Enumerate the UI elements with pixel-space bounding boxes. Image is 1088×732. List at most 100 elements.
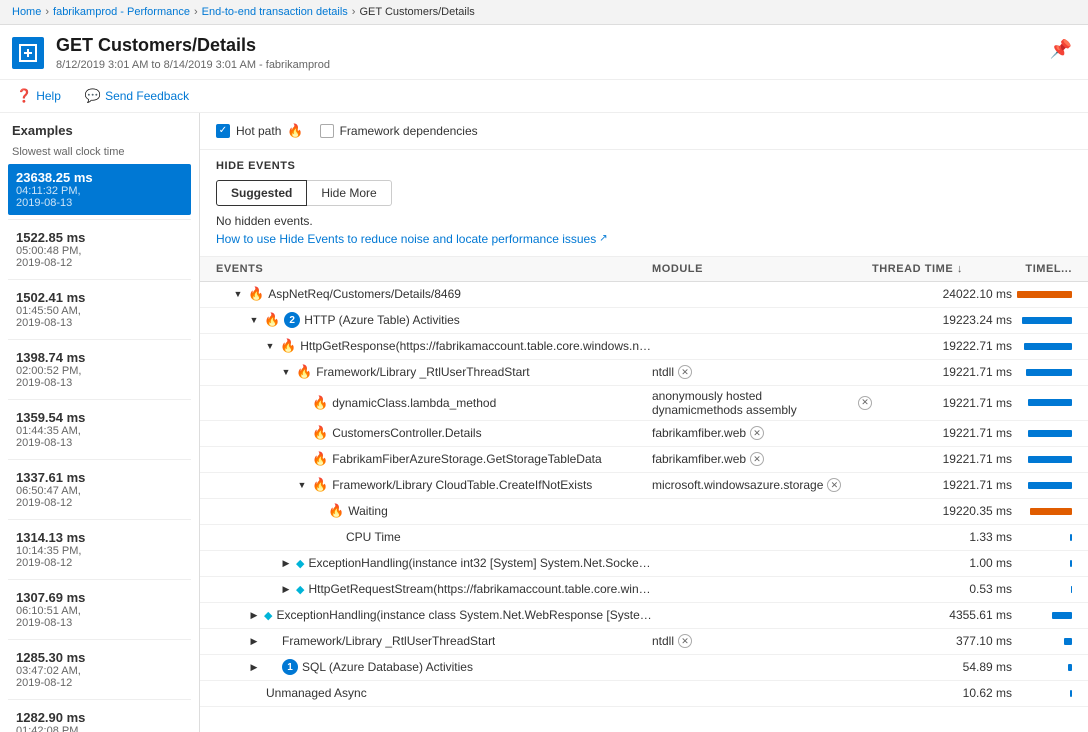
sidebar-item-6[interactable]: 1314.13 ms 10:14:35 PM, 2019-08-12 xyxy=(8,524,191,575)
event-timeline-cell xyxy=(1012,638,1072,645)
event-timeline-cell xyxy=(1012,317,1072,324)
feedback-button[interactable]: 💬 Send Feedback xyxy=(81,86,193,106)
event-name-cell: 🔥CustomersController.Details xyxy=(216,425,652,441)
event-name-cell: ▶Framework/Library _RtlUserThreadStart xyxy=(216,634,652,648)
sidebar-item-9[interactable]: 1282.90 ms 01:42:08 PM, 2019-08-13 xyxy=(8,704,191,732)
table-row[interactable]: Unmanaged Async10.62 ms xyxy=(200,681,1088,707)
no-events-text: No hidden events. xyxy=(216,214,1072,228)
pin-button[interactable]: 📌 xyxy=(1046,35,1076,64)
table-row[interactable]: 🔥dynamicClass.lambda_methodanonymously h… xyxy=(200,386,1088,421)
event-time-cell: 19223.24 ms xyxy=(872,313,1012,327)
col-thread-time[interactable]: THREAD TIME ↓ xyxy=(872,263,1012,275)
timeline-bar xyxy=(1017,291,1072,298)
table-row[interactable]: ▶Framework/Library _RtlUserThreadStartnt… xyxy=(200,629,1088,655)
suggested-button[interactable]: Suggested xyxy=(216,180,307,206)
expand-button[interactable]: ▼ xyxy=(296,479,308,491)
flame-icon: 🔥 xyxy=(296,364,312,380)
module-x-icon[interactable]: ✕ xyxy=(750,452,764,466)
table-row[interactable]: ▶1SQL (Azure Database) Activities54.89 m… xyxy=(200,655,1088,681)
table-row[interactable]: CPU Time1.33 ms xyxy=(200,525,1088,551)
header-icon xyxy=(12,37,44,69)
event-timeline-cell xyxy=(1012,343,1072,350)
module-x-icon[interactable]: ✕ xyxy=(750,426,764,440)
expand-button[interactable]: ▼ xyxy=(248,314,260,326)
event-time-cell: 19221.71 ms xyxy=(872,396,1012,410)
timeline-bar xyxy=(1071,586,1072,593)
table-row[interactable]: ▶◆ExceptionHandling(instance class Syste… xyxy=(200,603,1088,629)
table-row[interactable]: ▼🔥AspNetReq/Customers/Details/846924022.… xyxy=(200,282,1088,308)
hide-events-section: HIDE EVENTS Suggested Hide More No hidde… xyxy=(200,150,1088,257)
table-row[interactable]: ▶◆ExceptionHandling(instance int32 [Syst… xyxy=(200,551,1088,577)
expand-button[interactable]: ▶ xyxy=(280,583,292,595)
table-row[interactable]: 🔥FabrikamFiberAzureStorage.GetStorageTab… xyxy=(200,447,1088,473)
hide-more-button[interactable]: Hide More xyxy=(307,180,391,206)
hide-events-label: HIDE EVENTS xyxy=(216,160,1072,172)
help-button[interactable]: ❓ Help xyxy=(12,86,65,106)
expand-button[interactable]: ▼ xyxy=(280,366,292,378)
module-name: ntdll xyxy=(652,634,674,648)
sidebar-date1: 02:00:52 PM, xyxy=(16,365,183,377)
controls-bar: ✓ Hot path 🔥 Framework dependencies xyxy=(200,113,1088,150)
breadcrumb-fabrikamprod[interactable]: fabrikamprod - Performance xyxy=(53,6,190,18)
expand-button[interactable]: ▶ xyxy=(248,661,260,673)
table-row[interactable]: ▼🔥HttpGetResponse(https://fabrikamaccoun… xyxy=(200,334,1088,360)
expand-button[interactable]: ▼ xyxy=(264,340,276,352)
table-row[interactable]: 🔥Waiting19220.35 ms xyxy=(200,499,1088,525)
expand-button[interactable]: ▶ xyxy=(248,609,260,621)
module-x-icon[interactable]: ✕ xyxy=(678,365,692,379)
col-module: MODULE xyxy=(652,263,872,275)
sidebar: Examples Slowest wall clock time 23638.2… xyxy=(0,113,200,732)
breadcrumb: Home › fabrikamprod - Performance › End-… xyxy=(0,0,1088,25)
event-name-text: CPU Time xyxy=(346,530,401,544)
expand-button[interactable]: ▶ xyxy=(280,557,292,569)
hotpath-checkbox[interactable]: ✓ Hot path 🔥 xyxy=(216,123,304,139)
sidebar-date2: 2019-08-12 xyxy=(16,557,183,569)
sidebar-item-5[interactable]: 1337.61 ms 06:50:47 AM, 2019-08-12 xyxy=(8,464,191,515)
module-name: fabrikamfiber.web xyxy=(652,452,746,466)
table-row[interactable]: ▼🔥Framework/Library _RtlUserThreadStartn… xyxy=(200,360,1088,386)
event-name-cell: ▼🔥2HTTP (Azure Table) Activities xyxy=(216,312,652,328)
sidebar-date2: 2019-08-13 xyxy=(16,197,183,209)
expand-button[interactable]: ▶ xyxy=(248,635,260,647)
module-x-icon[interactable]: ✕ xyxy=(827,478,841,492)
sidebar-item-3[interactable]: 1398.74 ms 02:00:52 PM, 2019-08-13 xyxy=(8,344,191,395)
event-timeline-cell xyxy=(1012,291,1072,298)
table-row[interactable]: ▶◆HttpGetRequestStream(https://fabrikama… xyxy=(200,577,1088,603)
sidebar-item-7[interactable]: 1307.69 ms 06:10:51 AM, 2019-08-13 xyxy=(8,584,191,635)
framework-checkbox[interactable]: Framework dependencies xyxy=(320,124,478,138)
table-row[interactable]: 🔥CustomersController.Detailsfabrikamfibe… xyxy=(200,421,1088,447)
sidebar-date2: 2019-08-12 xyxy=(16,257,183,269)
module-name: microsoft.windowsazure.storage xyxy=(652,478,823,492)
event-name-cell: ▼🔥Framework/Library CloudTable.CreateIfN… xyxy=(216,477,652,493)
event-time-cell: 19221.71 ms xyxy=(872,426,1012,440)
event-name-text: CustomersController.Details xyxy=(332,426,481,440)
sidebar-date2: 2019-08-13 xyxy=(16,437,183,449)
event-name-text: FabrikamFiberAzureStorage.GetStorageTabl… xyxy=(332,452,601,466)
breadcrumb-home[interactable]: Home xyxy=(12,6,41,18)
sidebar-date1: 01:42:08 PM, xyxy=(16,725,183,732)
module-name: fabrikamfiber.web xyxy=(652,426,746,440)
timeline-bar xyxy=(1028,399,1072,406)
module-x-icon[interactable]: ✕ xyxy=(678,634,692,648)
expand-button[interactable]: ▼ xyxy=(232,288,244,300)
sidebar-item-4[interactable]: 1359.54 ms 01:44:35 AM, 2019-08-13 xyxy=(8,404,191,455)
sidebar-item-8[interactable]: 1285.30 ms 03:47:02 AM, 2019-08-12 xyxy=(8,644,191,695)
event-module-cell: fabrikamfiber.web ✕ xyxy=(652,452,872,466)
breadcrumb-e2e[interactable]: End-to-end transaction details xyxy=(202,6,348,18)
event-time-cell: 19221.71 ms xyxy=(872,365,1012,379)
toolbar: ❓ Help 💬 Send Feedback xyxy=(0,80,1088,113)
breadcrumb-current: GET Customers/Details xyxy=(359,6,474,18)
table-row[interactable]: ▼🔥2HTTP (Azure Table) Activities 19223.24… xyxy=(200,308,1088,334)
feedback-icon: 💬 xyxy=(85,88,101,104)
how-to-link[interactable]: How to use Hide Events to reduce noise a… xyxy=(216,232,608,246)
sidebar-item-1[interactable]: 1522.85 ms 05:00:48 PM, 2019-08-12 xyxy=(8,224,191,275)
page-header: GET Customers/Details 8/12/2019 3:01 AM … xyxy=(0,25,1088,80)
sidebar-item-2[interactable]: 1502.41 ms 01:45:50 AM, 2019-08-13 xyxy=(8,284,191,335)
sidebar-section-title: Slowest wall clock time xyxy=(8,146,191,158)
module-x-icon[interactable]: ✕ xyxy=(858,396,872,410)
sidebar-date2: 2019-08-12 xyxy=(16,497,183,509)
table-row[interactable]: ▼🔥Framework/Library CloudTable.CreateIfN… xyxy=(200,473,1088,499)
timeline-bar xyxy=(1022,317,1072,324)
sidebar-item-0[interactable]: 23638.25 ms 04:11:32 PM, 2019-08-13 xyxy=(8,164,191,215)
event-name-cell: ▼🔥Framework/Library _RtlUserThreadStart xyxy=(216,364,652,380)
